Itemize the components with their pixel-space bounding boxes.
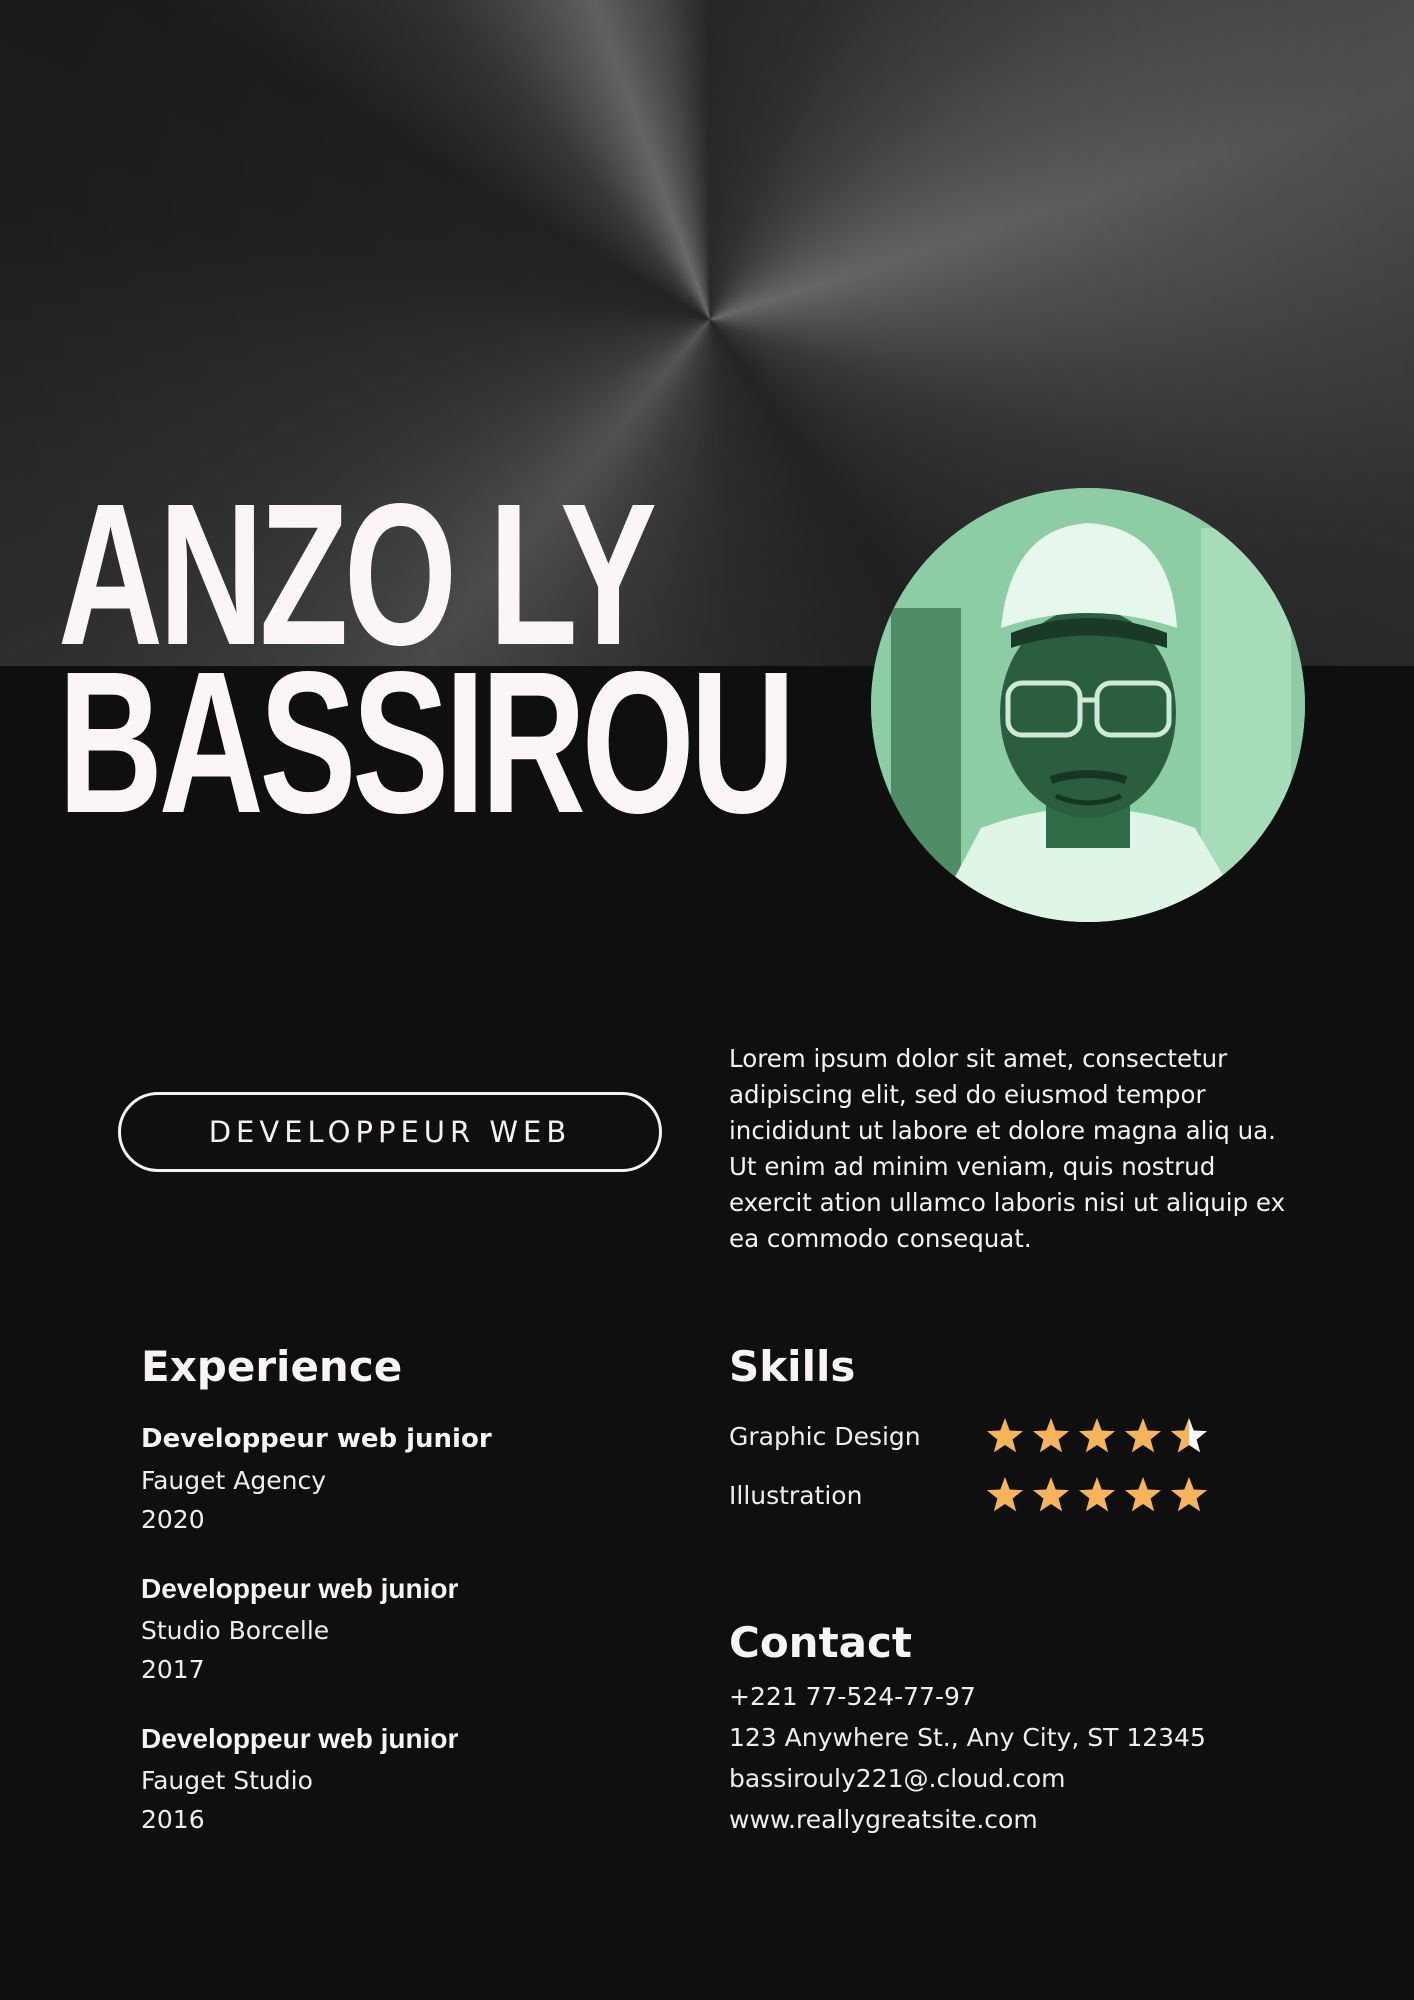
contact-website: www.reallygreatsite.com — [729, 1805, 1038, 1834]
experience-item: Developpeur web junior Fauget Studio 201… — [141, 1721, 661, 1839]
contact-heading: Contact — [729, 1618, 912, 1667]
job-title-badge: DEVELOPPEUR WEB — [118, 1092, 662, 1172]
star-icon — [1124, 1418, 1162, 1453]
skills-heading: Skills — [729, 1342, 856, 1391]
experience-year: 2020 — [141, 1505, 205, 1534]
skill-row: Illustration — [729, 1474, 1329, 1518]
name-line-2: BASSIROU — [58, 629, 795, 855]
experience-year: 2017 — [141, 1655, 205, 1684]
contact-phone: +221 77-524-77-97 — [729, 1682, 976, 1711]
contact-email: bassirouly221@.cloud.com — [729, 1764, 1066, 1793]
experience-heading: Experience — [141, 1342, 403, 1391]
star-icon — [1032, 1418, 1070, 1453]
profile-photo — [871, 488, 1305, 922]
star-icon — [1124, 1477, 1162, 1512]
experience-title: Developpeur web junior — [141, 1723, 459, 1754]
experience-company: Fauget Studio — [141, 1766, 313, 1795]
experience-company: Studio Borcelle — [141, 1616, 330, 1645]
experience-item: Developpeur web junior Studio Borcelle 2… — [141, 1571, 661, 1689]
skill-row: Graphic Design — [729, 1415, 1329, 1459]
bio-paragraph: Lorem ipsum dolor sit amet, consectetur … — [729, 1044, 1286, 1253]
star-icon — [1078, 1418, 1116, 1453]
experience-year: 2016 — [141, 1805, 205, 1834]
contact-address: 123 Anywhere St., Any City, ST 12345 — [729, 1723, 1206, 1752]
person-name: ANZO LY BASSIROU — [58, 473, 795, 855]
experience-item: Developpeur web junior Fauget Agency 202… — [141, 1421, 661, 1539]
star-icon — [1032, 1477, 1070, 1512]
profile-photo-illustration — [871, 488, 1305, 922]
star-icon — [986, 1477, 1024, 1512]
star-icon — [986, 1418, 1024, 1453]
star-icon — [1078, 1477, 1116, 1512]
experience-title: Developpeur web junior — [141, 1424, 492, 1454]
star-icon — [1170, 1477, 1208, 1512]
star-rating — [986, 1418, 1208, 1453]
experience-company: Fauget Agency — [141, 1466, 326, 1495]
star-icon — [1170, 1418, 1208, 1453]
skill-label: Graphic Design — [729, 1422, 921, 1451]
experience-title: Developpeur web junior — [141, 1573, 459, 1604]
star-rating — [986, 1477, 1208, 1512]
skill-label: Illustration — [729, 1481, 863, 1510]
